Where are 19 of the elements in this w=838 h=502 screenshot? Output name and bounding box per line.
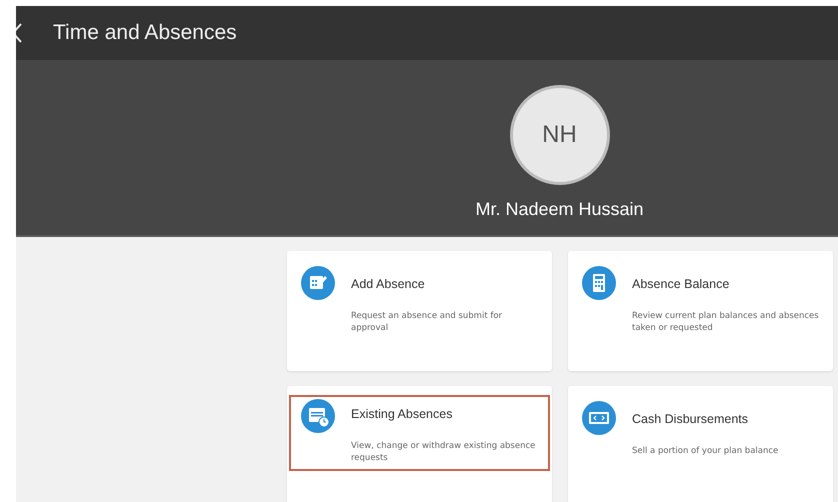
card-tile[interactable]: Add Absence Request an absence and submit for approval bbox=[287, 251, 552, 371]
page-title: Time and Absences bbox=[53, 21, 237, 45]
user-name: Mr. Nadeem Hussain bbox=[475, 199, 644, 220]
calendar-pencil-icon bbox=[301, 266, 335, 300]
calendar-clock-icon bbox=[301, 399, 335, 433]
avatar: NH bbox=[510, 85, 610, 185]
card-description: Sell a portion of your plan balance bbox=[632, 445, 780, 458]
card-title: Cash Disbursements bbox=[632, 412, 750, 426]
card-description: Review current plan balances and absences taken or requested bbox=[632, 310, 820, 335]
banknote-icon bbox=[582, 401, 616, 435]
card-description: Request an absence and submit for approval bbox=[351, 310, 504, 335]
card-tile[interactable]: Cash Disbursements Sell a portion of your plan balance bbox=[568, 386, 833, 502]
card-title: Add Absence bbox=[351, 277, 426, 291]
card-description: View, change or withdraw existing absence requests bbox=[351, 440, 536, 465]
calculator-icon bbox=[582, 266, 616, 300]
card-tile[interactable]: Absence Balance Review current plan balances and absences taken or requested bbox=[568, 251, 833, 371]
card-title: Existing Absences bbox=[351, 407, 454, 421]
card-title: Absence Balance bbox=[632, 277, 730, 291]
card-tile[interactable]: Existing Absences View, change or withdraw existing absence requests bbox=[287, 386, 552, 502]
